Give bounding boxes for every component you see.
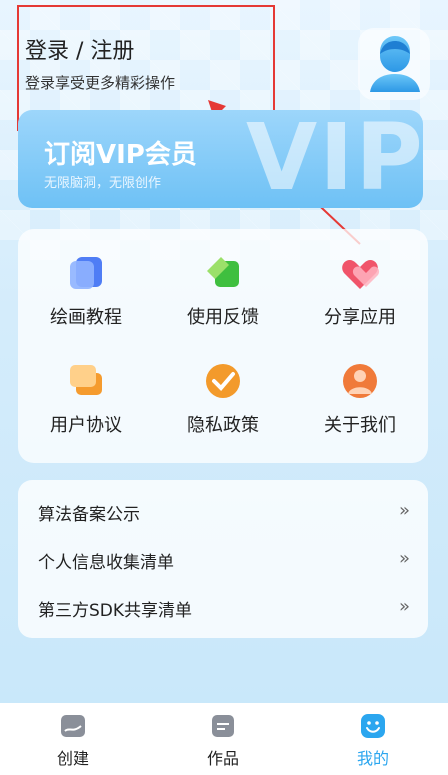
tab-works[interactable]: 作品 bbox=[168, 713, 278, 769]
bottom-tab-bar: 创建 作品 我的 bbox=[0, 703, 448, 775]
info-list: 算法备案公示 » 个人信息收集清单 » 第三方SDK共享清单 » bbox=[18, 480, 428, 638]
user-avatar-icon bbox=[370, 36, 420, 92]
about-icon bbox=[340, 361, 380, 401]
vip-watermark: VIP bbox=[246, 110, 423, 208]
grid-item-label: 隐私政策 bbox=[187, 415, 259, 436]
tab-label: 创建 bbox=[56, 749, 89, 768]
agreement-icon bbox=[66, 361, 106, 401]
feature-grid: 绘画教程 使用反馈 分享应用 用户协议 隐私政策 关于我们 bbox=[18, 229, 428, 463]
grid-item-label: 用户协议 bbox=[50, 415, 122, 436]
login-register-link[interactable]: 登录 / 注册 bbox=[25, 33, 134, 65]
grid-item-feedback[interactable]: 使用反馈 bbox=[163, 253, 283, 329]
chevron-right-icon: » bbox=[398, 500, 410, 521]
list-item-algorithm-filing[interactable]: 算法备案公示 » bbox=[18, 488, 428, 534]
list-item-label: 个人信息收集清单 bbox=[38, 553, 174, 573]
works-icon bbox=[210, 713, 236, 739]
grid-item-privacy[interactable]: 隐私政策 bbox=[163, 361, 283, 437]
list-item-label: 算法备案公示 bbox=[38, 505, 140, 525]
vip-title: 订阅VIP会员 bbox=[44, 140, 197, 170]
tab-label: 我的 bbox=[356, 749, 389, 768]
grid-item-label: 使用反馈 bbox=[187, 307, 259, 328]
tab-create[interactable]: 创建 bbox=[18, 713, 128, 769]
vip-subscribe-card[interactable]: VIP 订阅VIP会员 无限脑洞，无限创作 bbox=[18, 110, 423, 208]
feedback-icon bbox=[203, 253, 243, 293]
list-item-third-party-sdk[interactable]: 第三方SDK共享清单 » bbox=[18, 584, 428, 630]
grid-item-share[interactable]: 分享应用 bbox=[300, 253, 420, 329]
tutorial-icon bbox=[66, 253, 106, 293]
grid-item-label: 关于我们 bbox=[324, 415, 396, 436]
grid-item-label: 分享应用 bbox=[324, 307, 396, 328]
mine-icon bbox=[360, 713, 386, 739]
create-icon bbox=[60, 713, 86, 739]
share-icon bbox=[340, 253, 380, 293]
tab-label: 作品 bbox=[206, 749, 239, 768]
list-item-personal-info[interactable]: 个人信息收集清单 » bbox=[18, 536, 428, 582]
privacy-icon bbox=[203, 361, 243, 401]
tab-mine[interactable]: 我的 bbox=[318, 713, 428, 769]
list-item-label: 第三方SDK共享清单 bbox=[38, 601, 193, 621]
grid-item-agreement[interactable]: 用户协议 bbox=[26, 361, 146, 437]
chevron-right-icon: » bbox=[398, 596, 410, 617]
grid-item-label: 绘画教程 bbox=[50, 307, 122, 328]
login-subtitle: 登录享受更多精彩操作 bbox=[25, 74, 176, 92]
chevron-right-icon: » bbox=[398, 548, 410, 569]
grid-item-tutorial[interactable]: 绘画教程 bbox=[26, 253, 146, 329]
vip-subtitle: 无限脑洞，无限创作 bbox=[44, 176, 162, 191]
avatar[interactable] bbox=[358, 28, 430, 100]
grid-item-about[interactable]: 关于我们 bbox=[300, 361, 420, 437]
